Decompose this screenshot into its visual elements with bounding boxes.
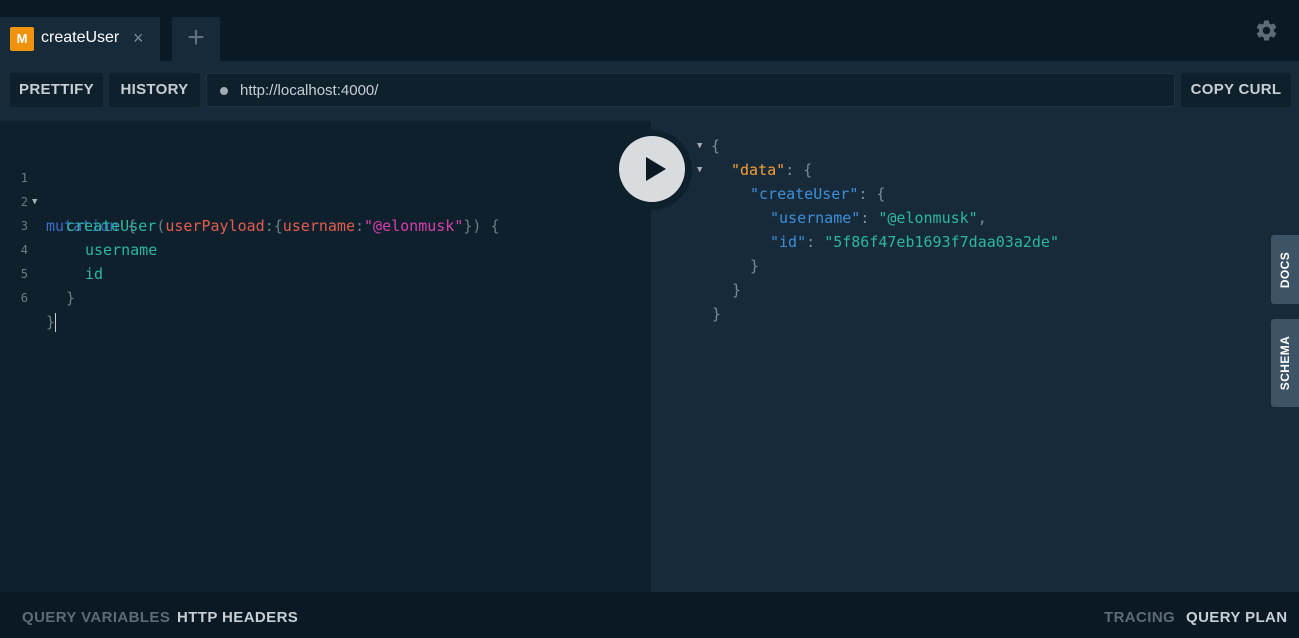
docs-tab[interactable]: DOCS <box>1271 235 1299 304</box>
id-key: "id" <box>770 233 807 251</box>
close-icon[interactable]: × <box>133 28 144 48</box>
createuser-key: "createUser" <box>750 185 859 203</box>
result-line: "createUser": { <box>750 185 886 203</box>
fold-arrow-icon[interactable]: ▼ <box>697 158 702 182</box>
play-icon <box>646 157 666 181</box>
query-editor[interactable]: 1 ▼ mutation { 2 createUser(userPayload:… <box>0 121 651 592</box>
schema-tab-label: SCHEMA <box>1278 335 1292 391</box>
editor-line: 4 id <box>0 214 651 283</box>
schema-tab[interactable]: SCHEMA <box>1271 319 1299 407</box>
play-button-ring <box>612 130 692 210</box>
brace-close: } <box>46 313 57 332</box>
bottom-bar: QUERY VARIABLES HTTP HEADERS TRACING QUE… <box>0 592 1299 638</box>
result-viewer: ▼{ ▼ "data": { "createUser": { "username"… <box>651 121 1299 592</box>
editor-line: 1 ▼ mutation { <box>0 142 651 235</box>
mutation-badge: M <box>10 27 34 51</box>
fold-arrow-icon[interactable]: ▼ <box>697 134 702 158</box>
status-dot-icon <box>220 87 228 95</box>
line-number: 6 <box>20 291 28 305</box>
result-brace-close: } <box>750 257 760 275</box>
tracing-tab[interactable]: TRACING <box>1104 609 1175 626</box>
result-line: ▼{ <box>697 134 720 158</box>
username-value: "@elonmusk" <box>878 209 978 227</box>
data-key: "data" <box>731 161 786 179</box>
execute-query-button[interactable] <box>619 136 685 202</box>
gear-icon[interactable] <box>1254 18 1279 43</box>
editor-line: 3 username <box>0 190 651 259</box>
result-line: ▼ "data": { <box>697 158 812 182</box>
docs-tab-label: DOCS <box>1278 251 1292 288</box>
username-key: "username" <box>770 209 861 227</box>
query-plan-tab[interactable]: QUERY PLAN <box>1186 609 1288 626</box>
history-button[interactable]: HISTORY <box>109 73 200 107</box>
tab-createuser[interactable]: M createUser × <box>0 17 160 61</box>
id-value: "5f86f47eb1693f7daa03a2de" <box>824 233 1059 251</box>
endpoint-bar <box>206 73 1175 107</box>
result-brace-close: } <box>732 281 742 299</box>
editor-line: 5 } <box>0 238 651 307</box>
editor-line: 6 } <box>0 262 651 332</box>
result-line: "username": "@elonmusk", <box>770 209 987 227</box>
editor-line: 2 createUser(userPayload:{username:"@elo… <box>0 166 651 235</box>
copy-curl-button[interactable]: COPY CURL <box>1181 73 1291 107</box>
brace-close: } <box>66 289 76 307</box>
toolbar: PRETTIFY HISTORY COPY CURL <box>0 61 1299 121</box>
text-cursor <box>55 313 57 332</box>
query-variables-tab[interactable]: QUERY VARIABLES <box>22 609 170 626</box>
tab-title: createUser <box>41 29 120 46</box>
http-headers-tab[interactable]: HTTP HEADERS <box>177 609 298 626</box>
endpoint-input[interactable] <box>240 74 1160 106</box>
result-brace-close: } <box>712 305 722 323</box>
result-line: "id": "5f86f47eb1693f7daa03a2de" <box>770 233 1059 251</box>
prettify-button[interactable]: PRETTIFY <box>10 73 103 107</box>
tab-bar: M createUser × + <box>0 0 1299 61</box>
new-tab-button[interactable]: + <box>172 17 220 61</box>
